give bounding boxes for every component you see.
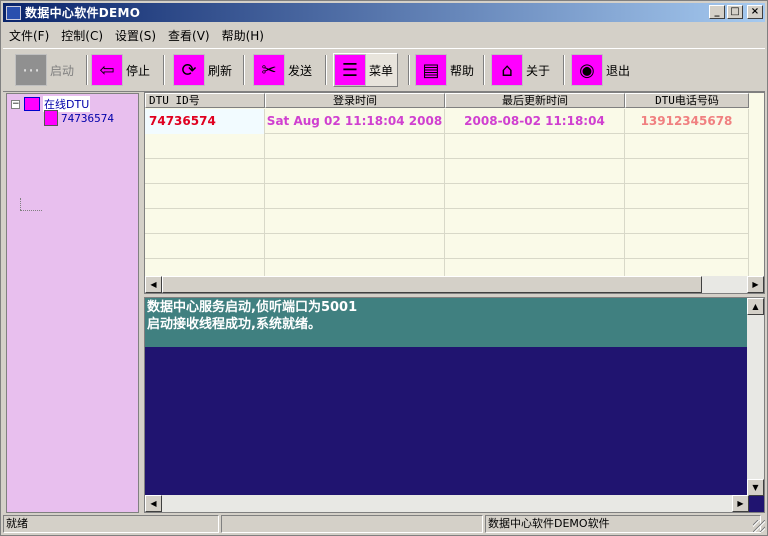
col-dtu-id[interactable]: DTU ID号 bbox=[145, 93, 265, 108]
menu-file[interactable]: 文件(F) bbox=[3, 27, 55, 44]
menu-icon: ☰ bbox=[334, 54, 366, 86]
log-panel[interactable]: 数据中心服务启动,侦听端口为5001 启动接收线程成功,系统就绪。 ▲ ▼ ◀ … bbox=[144, 297, 765, 513]
menu-help[interactable]: 帮助(H) bbox=[216, 27, 270, 44]
toolbar: ⋯ 启动 ⇦ 停止 ⟳ 刷新 ✂ 发送 ☰ 菜单 ▤ 帮助 ⌂ 关于 ◉ 退出 bbox=[3, 48, 765, 92]
table-row[interactable] bbox=[145, 134, 749, 159]
cell-phone[interactable]: 13912345678 bbox=[625, 109, 749, 134]
minimize-button[interactable]: _ bbox=[709, 5, 725, 19]
refresh-button[interactable]: ⟳ 刷新 bbox=[173, 53, 232, 87]
log-line: 启动接收线程成功,系统就绪。 bbox=[147, 317, 321, 332]
maximize-button[interactable]: □ bbox=[727, 5, 743, 19]
cell-last-update[interactable]: 2008-08-02 11:18:04 bbox=[445, 109, 625, 134]
title-bar[interactable]: 数据中心软件DEMO _ □ × bbox=[3, 3, 765, 22]
table-row[interactable] bbox=[145, 234, 749, 259]
main-window: 数据中心软件DEMO _ □ × 文件(F) 控制(C) 设置(S) 查看(V)… bbox=[0, 0, 768, 536]
exit-button[interactable]: ◉ 退出 bbox=[571, 53, 630, 87]
tree-item-label: 74736574 bbox=[61, 111, 114, 125]
refresh-icon: ⟳ bbox=[173, 54, 205, 86]
scroll-right-icon[interactable]: ▶ bbox=[747, 276, 764, 293]
cell-dtu-id[interactable]: 74736574 bbox=[145, 109, 265, 134]
document-icon: ▤ bbox=[415, 54, 447, 86]
help-label: 帮助 bbox=[450, 63, 475, 78]
dtu-device-icon bbox=[44, 110, 58, 126]
status-bar: 就绪 数据中心软件DEMO软件 bbox=[3, 515, 767, 534]
resize-grip-icon[interactable] bbox=[753, 520, 765, 532]
home-icon: ⌂ bbox=[491, 54, 523, 86]
scroll-left-icon[interactable]: ◀ bbox=[145, 276, 162, 293]
window-title: 数据中心软件DEMO bbox=[25, 6, 141, 20]
start-label: 启动 bbox=[50, 63, 75, 78]
start-button[interactable]: ⋯ 启动 bbox=[15, 53, 74, 87]
table-row[interactable] bbox=[145, 159, 749, 184]
menu-view[interactable]: 查看(V) bbox=[162, 27, 216, 44]
grid-hscrollbar[interactable]: ◀ ▶ bbox=[145, 276, 764, 293]
start-icon: ⋯ bbox=[15, 54, 47, 86]
log-line: 数据中心服务启动,侦听端口为5001 bbox=[147, 300, 358, 315]
disc-icon: ◉ bbox=[571, 54, 603, 86]
stop-button[interactable]: ⇦ 停止 bbox=[91, 53, 150, 87]
about-label: 关于 bbox=[526, 63, 551, 78]
col-last-update[interactable]: 最后更新时间 bbox=[445, 93, 625, 108]
grid-header: DTU ID号 登录时间 最后更新时间 DTU电话号码 bbox=[145, 93, 749, 108]
col-phone[interactable]: DTU电话号码 bbox=[625, 93, 749, 108]
about-button[interactable]: ⌂ 关于 bbox=[491, 53, 550, 87]
refresh-label: 刷新 bbox=[208, 63, 233, 78]
cell-login-time[interactable]: Sat Aug 02 11:18:04 2008 bbox=[265, 109, 445, 134]
back-arrow-icon: ⇦ bbox=[91, 54, 123, 86]
stop-label: 停止 bbox=[126, 63, 151, 78]
tree-item-dtu[interactable]: 74736574 bbox=[44, 110, 114, 126]
menu-button[interactable]: ☰ 菜单 bbox=[333, 53, 399, 87]
close-button[interactable]: × bbox=[747, 5, 763, 19]
scroll-right-icon[interactable]: ▶ bbox=[732, 495, 749, 512]
app-icon bbox=[6, 5, 21, 20]
help-button[interactable]: ▤ 帮助 bbox=[415, 53, 474, 87]
scissors-icon: ✂ bbox=[253, 54, 285, 86]
scroll-left-icon[interactable]: ◀ bbox=[145, 495, 162, 512]
dtu-grid[interactable]: DTU ID号 登录时间 最后更新时间 DTU电话号码 74736574 Sat… bbox=[144, 92, 765, 294]
log-vscrollbar[interactable]: ▲ ▼ bbox=[747, 298, 764, 496]
status-middle bbox=[221, 515, 483, 533]
scroll-down-icon[interactable]: ▼ bbox=[747, 479, 764, 496]
table-row[interactable] bbox=[145, 209, 749, 234]
log-hscrollbar[interactable]: ◀ ▶ bbox=[145, 495, 749, 512]
menu-bar: 文件(F) 控制(C) 设置(S) 查看(V) 帮助(H) bbox=[3, 25, 270, 45]
menu-control[interactable]: 控制(C) bbox=[55, 27, 109, 44]
scroll-up-icon[interactable]: ▲ bbox=[747, 298, 764, 315]
col-login-time[interactable]: 登录时间 bbox=[265, 93, 445, 108]
collapse-toggle[interactable]: − bbox=[11, 99, 20, 109]
menu-label: 菜单 bbox=[369, 63, 394, 78]
network-icon bbox=[24, 97, 40, 111]
status-app-name: 数据中心软件DEMO软件 bbox=[485, 515, 761, 533]
log-messages: 数据中心服务启动,侦听端口为5001 启动接收线程成功,系统就绪。 bbox=[145, 298, 749, 347]
send-button[interactable]: ✂ 发送 bbox=[253, 53, 312, 87]
send-label: 发送 bbox=[288, 63, 313, 78]
exit-label: 退出 bbox=[606, 63, 631, 78]
dtu-tree[interactable]: − 在线DTU 74736574 bbox=[6, 93, 139, 513]
status-ready: 就绪 bbox=[3, 515, 219, 533]
table-row[interactable] bbox=[145, 184, 749, 209]
menu-settings[interactable]: 设置(S) bbox=[109, 27, 162, 44]
scroll-thumb[interactable] bbox=[162, 276, 702, 293]
table-row[interactable]: 74736574 Sat Aug 02 11:18:04 2008 2008-0… bbox=[145, 109, 749, 134]
